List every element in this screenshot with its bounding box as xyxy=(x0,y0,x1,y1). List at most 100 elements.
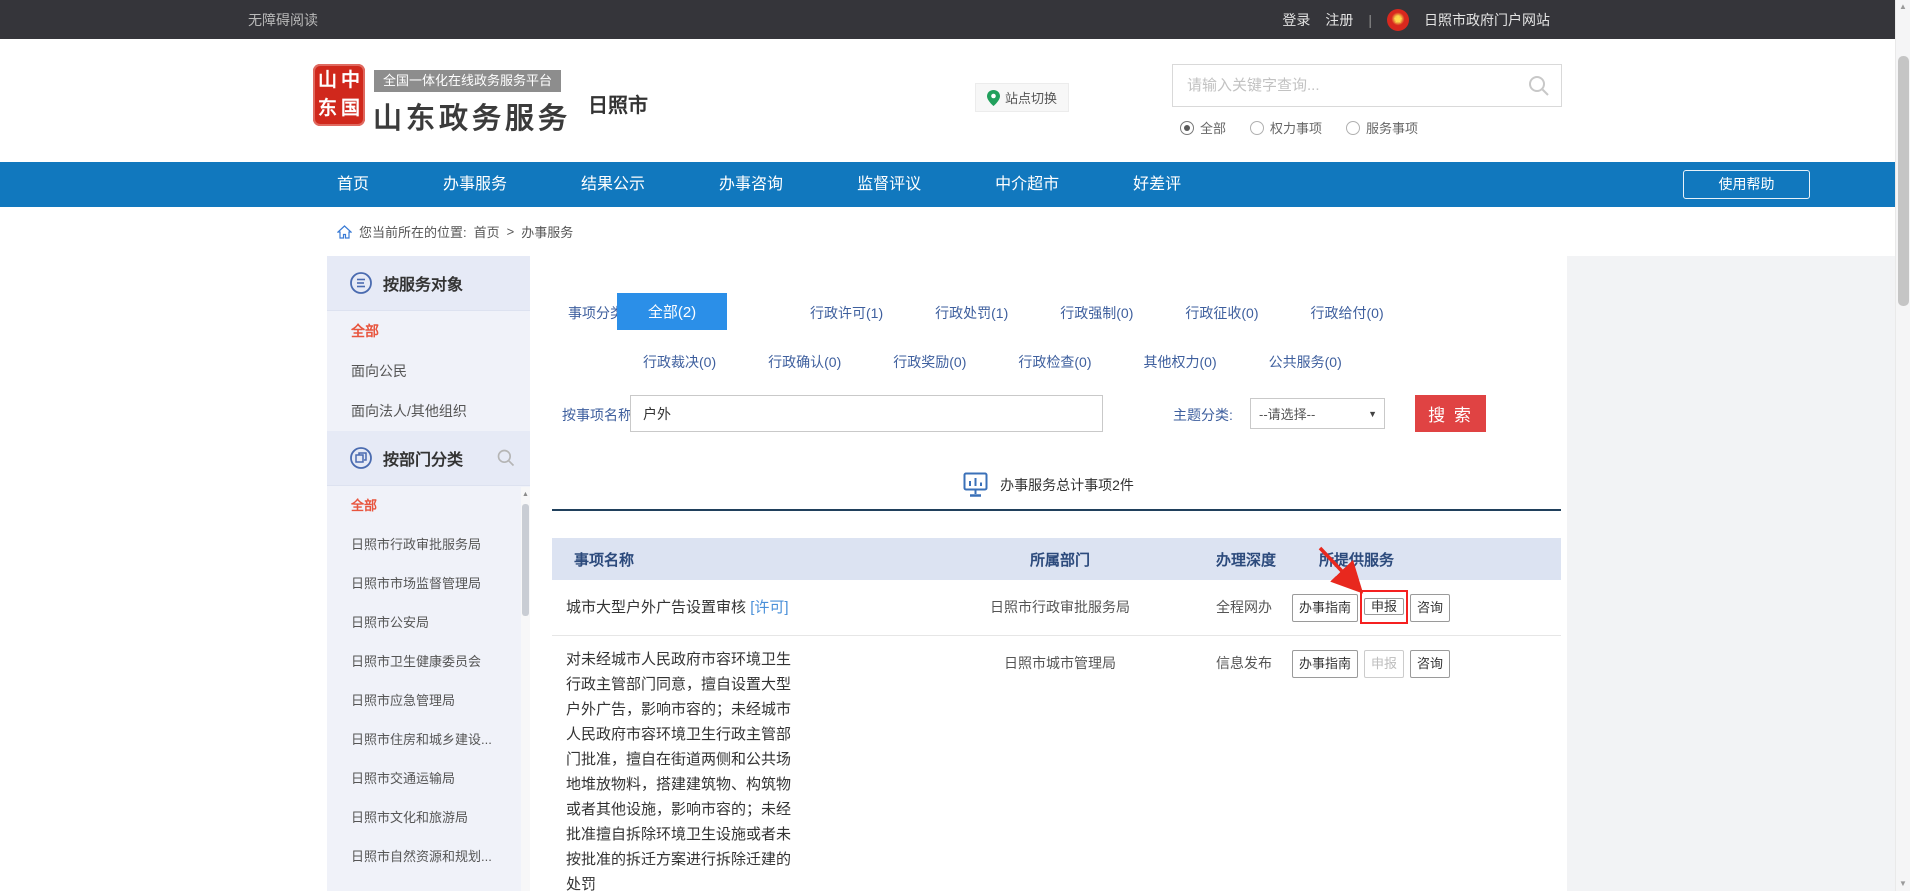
summary-text: 办事服务总计事项2件 xyxy=(1000,475,1134,495)
topic-select[interactable]: --请选择-- ▼ xyxy=(1250,398,1385,429)
main-nav: 首页 办事服务 结果公示 办事咨询 监督评议 中介超市 好差评 使用帮助 xyxy=(0,162,1910,207)
nav-intermediary[interactable]: 中介超市 xyxy=(958,162,1096,207)
sidebar-dept-item[interactable]: 日照市文化和旅游局 xyxy=(327,798,530,837)
header-item-name: 事项名称 xyxy=(552,549,940,570)
topic-label: 主题分类: xyxy=(1173,405,1233,425)
category-item[interactable]: 行政强制(0) xyxy=(1060,303,1133,323)
topbar: 无障碍阅读 登录 注册 | ★ 日照市政府门户网站 xyxy=(0,0,1910,39)
category-item[interactable]: 行政确认(0) xyxy=(768,352,841,372)
sidebar-header-by-target: 按服务对象 xyxy=(327,256,530,311)
nav-supervision[interactable]: 监督评议 xyxy=(820,162,958,207)
category-item[interactable]: 行政检查(0) xyxy=(1018,352,1091,372)
home-icon xyxy=(337,225,352,239)
nav-items: 首页 办事服务 结果公示 办事咨询 监督评议 中介超市 好差评 xyxy=(300,162,1218,207)
header: 山 中 东 国 全国一体化在线政务服务平台 山东政务服务 日照市 站点切换 全部… xyxy=(0,39,1910,162)
sidebar-dept-item[interactable]: 日照市住房和城乡建设... xyxy=(327,720,530,759)
consult-button[interactable]: 咨询 xyxy=(1410,650,1450,678)
radio-selected-icon[interactable] xyxy=(1180,121,1194,135)
scrollbar-up-icon[interactable]: ▲ xyxy=(1896,0,1910,14)
table-row: 城市大型户外广告设置审核 [许可] 日照市行政审批服务局 全程网办 办事指南 申… xyxy=(552,580,1561,636)
sidebar-dept-item[interactable]: 日照市应急管理局 xyxy=(327,681,530,720)
search-button[interactable]: 搜 索 xyxy=(1415,395,1486,432)
sidebar-scrollbar-thumb[interactable] xyxy=(522,504,529,616)
shandong-seal-logo: 山 中 东 国 xyxy=(313,64,365,126)
nav-home[interactable]: 首页 xyxy=(300,162,406,207)
scope-all-label: 全部 xyxy=(1200,118,1226,137)
category-item[interactable]: 行政征收(0) xyxy=(1185,303,1258,323)
sidebar-dept-all[interactable]: 全部 xyxy=(327,486,530,525)
city-name: 日照市 xyxy=(588,89,648,118)
guide-button[interactable]: 办事指南 xyxy=(1292,594,1358,622)
nav-services[interactable]: 办事服务 xyxy=(406,162,544,207)
category-item[interactable]: 行政裁决(0) xyxy=(643,352,716,372)
table-row: 对未经城市人民政府市容环境卫生行政主管部门同意，擅自设置大型户外广告，影响市容的… xyxy=(552,636,1561,891)
scope-power-items[interactable]: 权力事项 xyxy=(1250,118,1322,137)
nav-results[interactable]: 结果公示 xyxy=(544,162,682,207)
sidebar-target-citizen[interactable]: 面向公民 xyxy=(327,351,530,391)
sidebar-dept-item[interactable]: 日照市卫生健康委员会 xyxy=(327,642,530,681)
department-cell: 日照市城市管理局 xyxy=(940,636,1180,891)
scrollbar-down-icon[interactable]: ▼ xyxy=(1896,877,1910,891)
category-item[interactable]: 其他权力(0) xyxy=(1144,352,1217,372)
scope-service-items[interactable]: 服务事项 xyxy=(1346,118,1418,137)
scrollbar-up-icon[interactable]: ▲ xyxy=(521,487,530,498)
seal-char: 中 xyxy=(339,67,362,95)
item-name-link[interactable]: 城市大型户外广告设置审核 xyxy=(566,599,746,616)
site-switch-button[interactable]: 站点切换 xyxy=(975,83,1069,112)
scope-all[interactable]: 全部 xyxy=(1180,118,1226,137)
register-link[interactable]: 注册 xyxy=(1325,10,1353,30)
guide-button[interactable]: 办事指南 xyxy=(1292,650,1358,678)
consult-button[interactable]: 咨询 xyxy=(1410,594,1450,622)
sidebar-target-all[interactable]: 全部 xyxy=(327,311,530,351)
sidebar-dept-item[interactable]: 日照市行政审批服务局 xyxy=(327,525,530,564)
depth-cell: 全程网办 xyxy=(1180,580,1300,635)
help-button[interactable]: 使用帮助 xyxy=(1683,170,1810,199)
radio-icon[interactable] xyxy=(1250,121,1264,135)
radio-icon[interactable] xyxy=(1346,121,1360,135)
item-tag-link[interactable]: [许可] xyxy=(750,599,788,616)
sidebar-dept-item[interactable]: 日照市公安局 xyxy=(327,603,530,642)
breadcrumb: 您当前所在的位置: 首页 > 办事服务 xyxy=(0,207,1910,256)
sidebar-dept-item[interactable]: 日照市交通运输局 xyxy=(327,759,530,798)
service-target-icon xyxy=(349,271,373,295)
topbar-separator: | xyxy=(1368,12,1372,28)
summary-row: 办事服务总计事项2件 xyxy=(530,472,1567,498)
brand-title: 山东政务服务 xyxy=(373,95,571,137)
item-name-cell: 城市大型户外广告设置审核 [许可] xyxy=(566,580,792,635)
item-name-cell[interactable]: 对未经城市人民政府市容环境卫生行政主管部门同意，擅自设置大型户外广告，影响市容的… xyxy=(566,636,792,891)
page-scrollbar[interactable]: ▲ ▼ xyxy=(1895,0,1910,891)
depth-cell: 信息发布 xyxy=(1180,636,1300,891)
declare-button[interactable]: 申报 xyxy=(1364,598,1404,615)
header-depth: 办理深度 xyxy=(1180,549,1300,570)
site-switch-label: 站点切换 xyxy=(1005,88,1057,107)
breadcrumb-home-link[interactable]: 首页 xyxy=(474,222,500,241)
by-target-title: 按服务对象 xyxy=(383,271,463,295)
portal-site-link[interactable]: 日照市政府门户网站 xyxy=(1424,10,1550,30)
department-search-icon[interactable] xyxy=(496,448,516,468)
category-item[interactable]: 行政处罚(1) xyxy=(935,303,1008,323)
sidebar-target-legal-person[interactable]: 面向法人/其他组织 xyxy=(327,391,530,431)
page-scrollbar-thumb[interactable] xyxy=(1898,56,1909,306)
item-name-label: 按事项名称: xyxy=(562,405,636,425)
accessibility-link[interactable]: 无障碍阅读 xyxy=(248,10,318,30)
nav-consult[interactable]: 办事咨询 xyxy=(682,162,820,207)
nav-rating[interactable]: 好差评 xyxy=(1096,162,1218,207)
login-link[interactable]: 登录 xyxy=(1282,10,1310,30)
breadcrumb-prefix: 您当前所在的位置: xyxy=(359,222,467,241)
sidebar-scrollbar[interactable]: ▲ xyxy=(521,487,530,891)
breadcrumb-separator: > xyxy=(507,224,515,239)
keyword-search-input[interactable] xyxy=(1173,77,1527,94)
chevron-down-icon: ▼ xyxy=(1368,409,1377,419)
category-item[interactable]: 公共服务(0) xyxy=(1269,352,1342,372)
sidebar-dept-item[interactable]: 日照市自然资源和规划... xyxy=(327,837,530,876)
search-icon[interactable] xyxy=(1527,74,1551,98)
scope-service-label: 服务事项 xyxy=(1366,118,1418,137)
category-row-2: 行政裁决(0) 行政确认(0) 行政奖励(0) 行政检查(0) 其他权力(0) … xyxy=(643,352,1342,372)
sidebar-dept-item[interactable]: 日照市市场监督管理局 xyxy=(327,564,530,603)
category-item[interactable]: 行政奖励(0) xyxy=(893,352,966,372)
category-item[interactable]: 行政许可(1) xyxy=(810,303,883,323)
category-all-selected[interactable]: 全部(2) xyxy=(617,293,727,330)
header-services: 所提供服务 xyxy=(1300,549,1561,570)
category-item[interactable]: 行政给付(0) xyxy=(1311,303,1384,323)
item-name-input[interactable] xyxy=(630,395,1103,432)
